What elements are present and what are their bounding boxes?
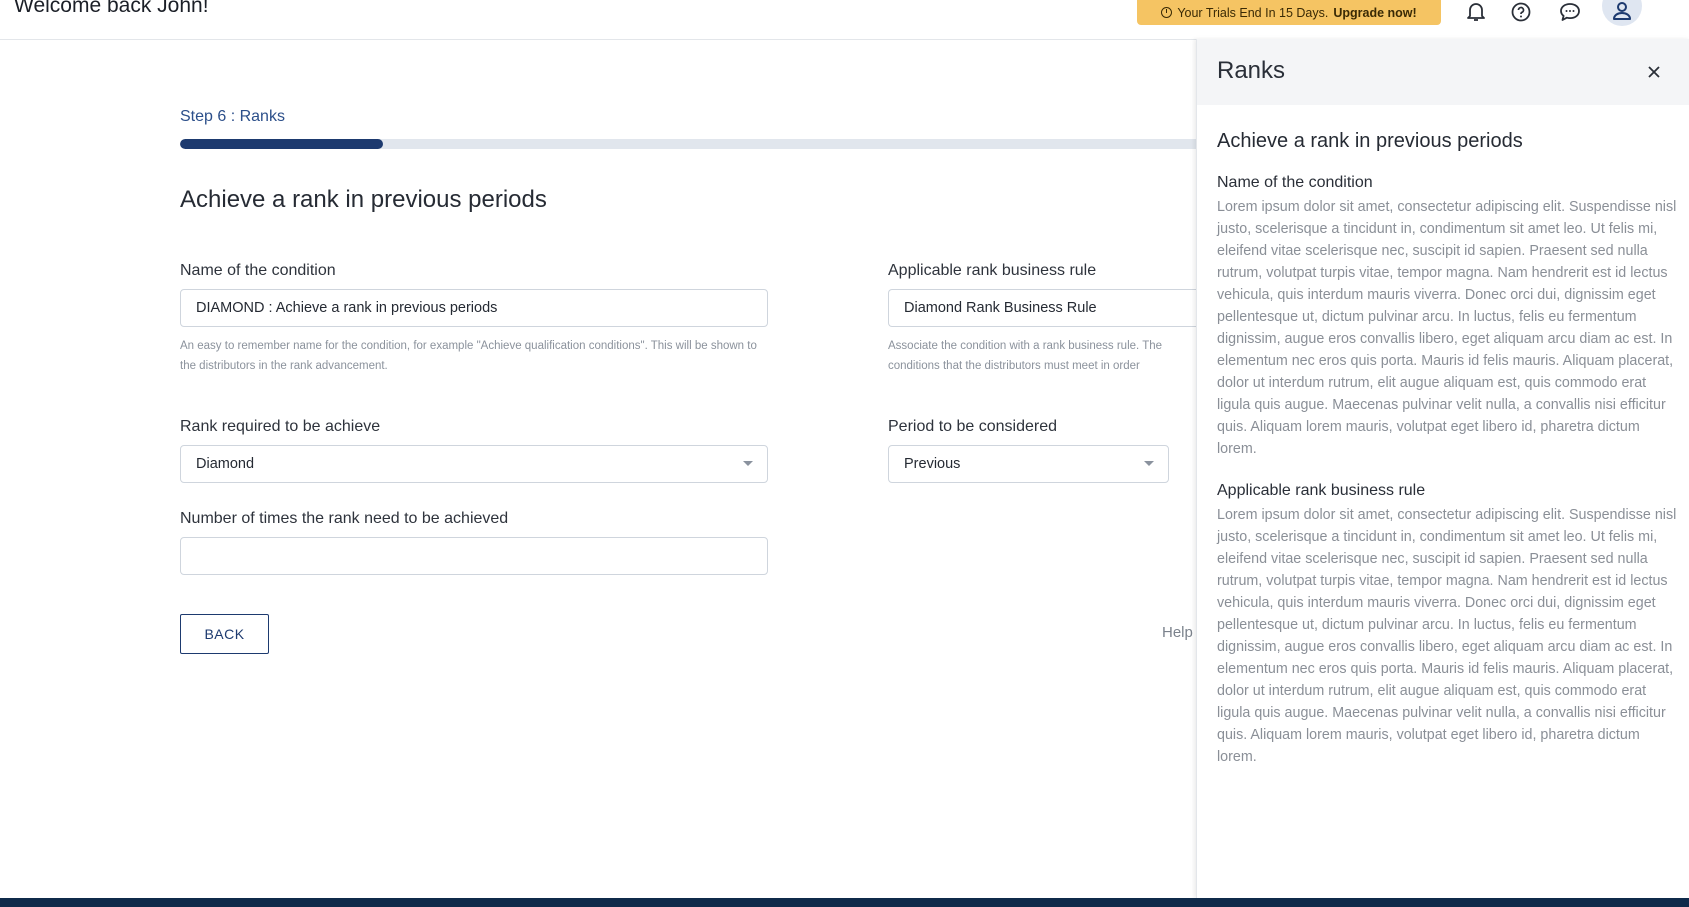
period-value: Previous <box>904 456 961 472</box>
drawer-section-title: Name of the condition <box>1217 174 1373 191</box>
help-circle-icon[interactable] <box>1508 0 1534 24</box>
chat-icon[interactable] <box>1557 0 1583 24</box>
top-bar: Welcome back John! Your Trials End In 15… <box>0 0 1689 40</box>
user-icon <box>1612 1 1632 25</box>
close-icon[interactable] <box>1643 61 1665 83</box>
condition-name-label: Name of the condition <box>180 262 336 279</box>
drawer-section-text: Lorem ipsum dolor sit amet, consectetur … <box>1217 199 1677 457</box>
page-title: Achieve a rank in previous periods <box>180 186 547 213</box>
rank-required-label: Rank required to be achieve <box>180 418 381 435</box>
welcome-message: Welcome back John! <box>14 0 209 17</box>
user-avatar[interactable] <box>1602 0 1642 26</box>
business-rule-select[interactable]: Diamond Rank Business Rule <box>888 289 1208 327</box>
upgrade-link[interactable]: Upgrade now! <box>1333 6 1416 20</box>
chevron-down-icon <box>1144 461 1154 466</box>
business-rule-value: Diamond Rank Business Rule <box>904 300 1097 316</box>
chevron-down-icon <box>743 461 753 466</box>
condition-name-input[interactable] <box>180 289 768 327</box>
drawer-section-title: Applicable rank business rule <box>1217 482 1426 499</box>
back-button[interactable]: BACK <box>180 614 269 654</box>
trial-text: Your Trials End In 15 Days. <box>1177 5 1329 20</box>
times-label: Number of times the rank need to be achi… <box>180 510 509 527</box>
drawer-header: Ranks <box>1197 39 1689 105</box>
times-input[interactable] <box>180 537 768 575</box>
period-label: Period to be considered <box>888 418 1057 435</box>
drawer-section-text: Lorem ipsum dolor sit amet, consectetur … <box>1217 507 1677 765</box>
drawer-title: Ranks <box>1217 57 1286 84</box>
progress-bar <box>180 139 1196 149</box>
footer-bar <box>0 898 1689 907</box>
clock-icon <box>1161 7 1173 18</box>
business-rule-hint: Associate the condition with a rank busi… <box>888 340 1163 372</box>
main-content: Step 6 : Ranks Achieve a rank in previou… <box>0 40 1208 898</box>
drawer-subtitle: Achieve a rank in previous periods <box>1217 130 1523 152</box>
help-link[interactable]: Help <box>1162 624 1193 641</box>
progress-fill <box>180 139 384 149</box>
rank-required-value: Diamond <box>196 456 255 472</box>
period-select[interactable]: Previous <box>888 445 1169 483</box>
trial-banner[interactable]: Your Trials End In 15 Days. Upgrade now! <box>1137 0 1441 25</box>
business-rule-label: Applicable rank business rule <box>888 262 1097 279</box>
condition-name-hint: An easy to remember name for the conditi… <box>180 340 757 372</box>
rank-required-select[interactable]: Diamond <box>180 445 768 483</box>
ranks-drawer: Ranks Achieve a rank in previous periods… <box>1196 39 1689 898</box>
bell-icon[interactable] <box>1463 0 1489 24</box>
step-indicator: Step 6 : Ranks <box>180 108 285 125</box>
